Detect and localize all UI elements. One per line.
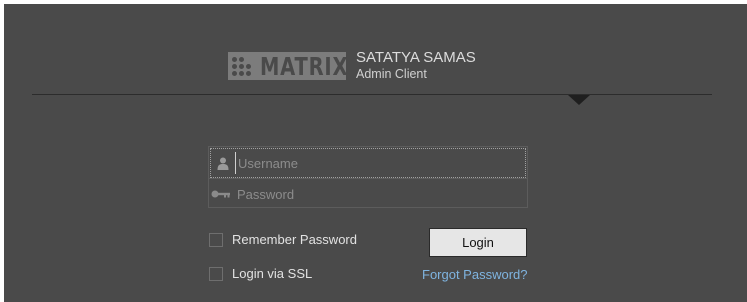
remember-password-option[interactable]: Remember Password (209, 232, 357, 247)
matrix-logo: MATRIX (228, 51, 349, 81)
login-button[interactable]: Login (429, 228, 527, 257)
forgot-password-link[interactable]: Forgot Password? (422, 267, 528, 282)
matrix-logo-icon (230, 54, 256, 78)
product-name: SATATYA SAMAS (356, 49, 476, 66)
key-icon (209, 186, 233, 202)
login-via-ssl-option[interactable]: Login via SSL (209, 266, 312, 281)
product-subtitle: Admin Client (356, 67, 427, 81)
login-via-ssl-checkbox[interactable] (209, 266, 223, 281)
remember-password-label: Remember Password (232, 232, 357, 247)
product-title: SATATYA SAMAS Admin Client (356, 49, 476, 83)
login-window: MATRIX SATATYA SAMAS Admin Client Userna… (4, 4, 747, 302)
header-divider (32, 94, 712, 95)
login-via-ssl-label: Login via SSL (232, 266, 313, 281)
username-input[interactable] (235, 152, 518, 174)
brand-header: MATRIX SATATYA SAMAS Admin Client (228, 49, 476, 83)
logo-wordmark: MATRIX (260, 51, 349, 81)
password-input[interactable] (233, 183, 517, 205)
credentials-box (208, 146, 528, 208)
caret-down-icon (568, 95, 590, 105)
password-field[interactable] (209, 178, 527, 209)
username-field[interactable] (210, 148, 526, 178)
remember-password-checkbox[interactable] (209, 232, 223, 247)
user-icon (211, 155, 235, 171)
